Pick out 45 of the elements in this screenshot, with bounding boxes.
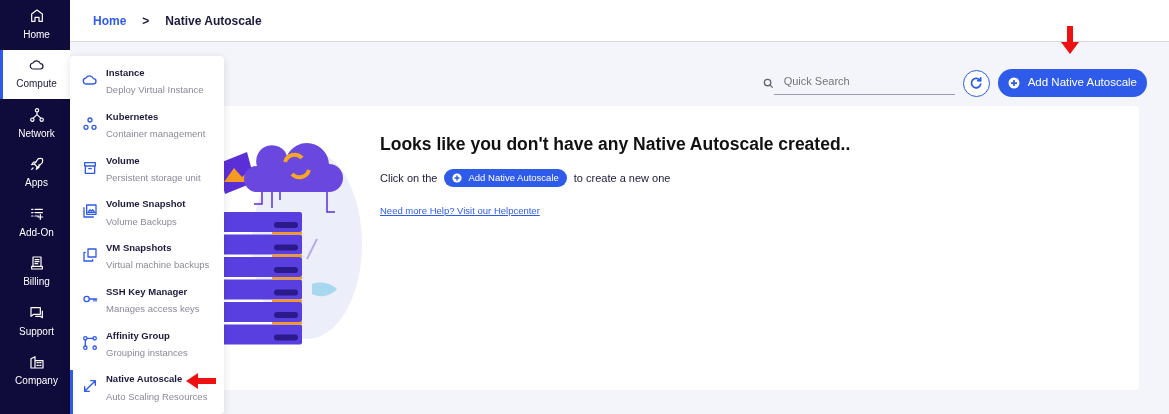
rocket-icon — [28, 156, 45, 173]
sidebar-item[interactable]: Billing — [0, 247, 70, 297]
plus-circle-icon — [1007, 77, 1020, 89]
circles-icon — [82, 115, 98, 132]
sidebar-item[interactable]: Support — [0, 297, 70, 347]
search-icon — [762, 77, 774, 89]
menu-item[interactable]: Volume Snapshot Volume Backups — [70, 195, 224, 239]
home-icon — [28, 7, 45, 24]
sidebar-item[interactable]: Compute — [0, 49, 70, 99]
add-native-autoscale-button[interactable]: Add Native Autoscale — [444, 169, 567, 187]
image-stack-icon — [82, 203, 98, 220]
helpcenter-link[interactable]: Need more Help? Visit our Helpcenter — [380, 205, 540, 216]
search-field[interactable]: Quick Search — [773, 70, 955, 96]
menu-item[interactable]: VM Snapshots Virtual machine backups — [70, 239, 224, 283]
sidebar-item[interactable]: Apps — [0, 148, 70, 198]
instruction-text: to create a new one — [573, 170, 671, 186]
add-native-autoscale-button[interactable]: Add Native Autoscale — [997, 69, 1147, 97]
annotation-arrow-icon — [186, 373, 216, 389]
building-icon — [28, 354, 45, 371]
network-icon — [28, 106, 45, 123]
copy-icon — [82, 247, 98, 263]
breadcrumb-current: Native Autoscale — [165, 12, 262, 30]
diagonal-arrows-icon — [82, 378, 98, 395]
menu-item[interactable]: Affinity Group Grouping instances — [70, 326, 224, 371]
invoice-icon — [28, 255, 45, 272]
chat-icon — [28, 304, 45, 321]
menu-item[interactable]: Volume Persistent storage unit — [70, 151, 224, 196]
menu-item[interactable]: Instance Deploy Virtual Instance — [70, 64, 224, 108]
sidebar-item[interactable]: Network — [0, 99, 70, 149]
menu-item[interactable]: SSH Key Manager Manages access keys — [70, 282, 224, 327]
menu-item[interactable]: Kubernetes Container management — [70, 107, 224, 152]
instruction-text: Click on the — [380, 170, 438, 186]
plus-circle-icon — [452, 173, 463, 183]
sidebar-item[interactable]: Home — [0, 0, 70, 50]
refresh-button[interactable] — [962, 69, 990, 97]
refresh-icon — [969, 76, 984, 90]
cloud-icon — [82, 72, 98, 88]
empty-state-heading: Looks like you don't have any Native Autoscale created.. — [380, 134, 851, 155]
breadcrumb-link[interactable]: Home — [93, 11, 127, 30]
breadcrumb-separator: > — [142, 12, 150, 30]
sidebar-item[interactable]: Company — [0, 346, 70, 396]
annotation-arrow-icon — [1061, 26, 1079, 54]
archive-box-icon — [82, 159, 98, 176]
sidebar-item[interactable]: Add-On — [0, 198, 70, 248]
nodes-icon — [82, 334, 98, 351]
